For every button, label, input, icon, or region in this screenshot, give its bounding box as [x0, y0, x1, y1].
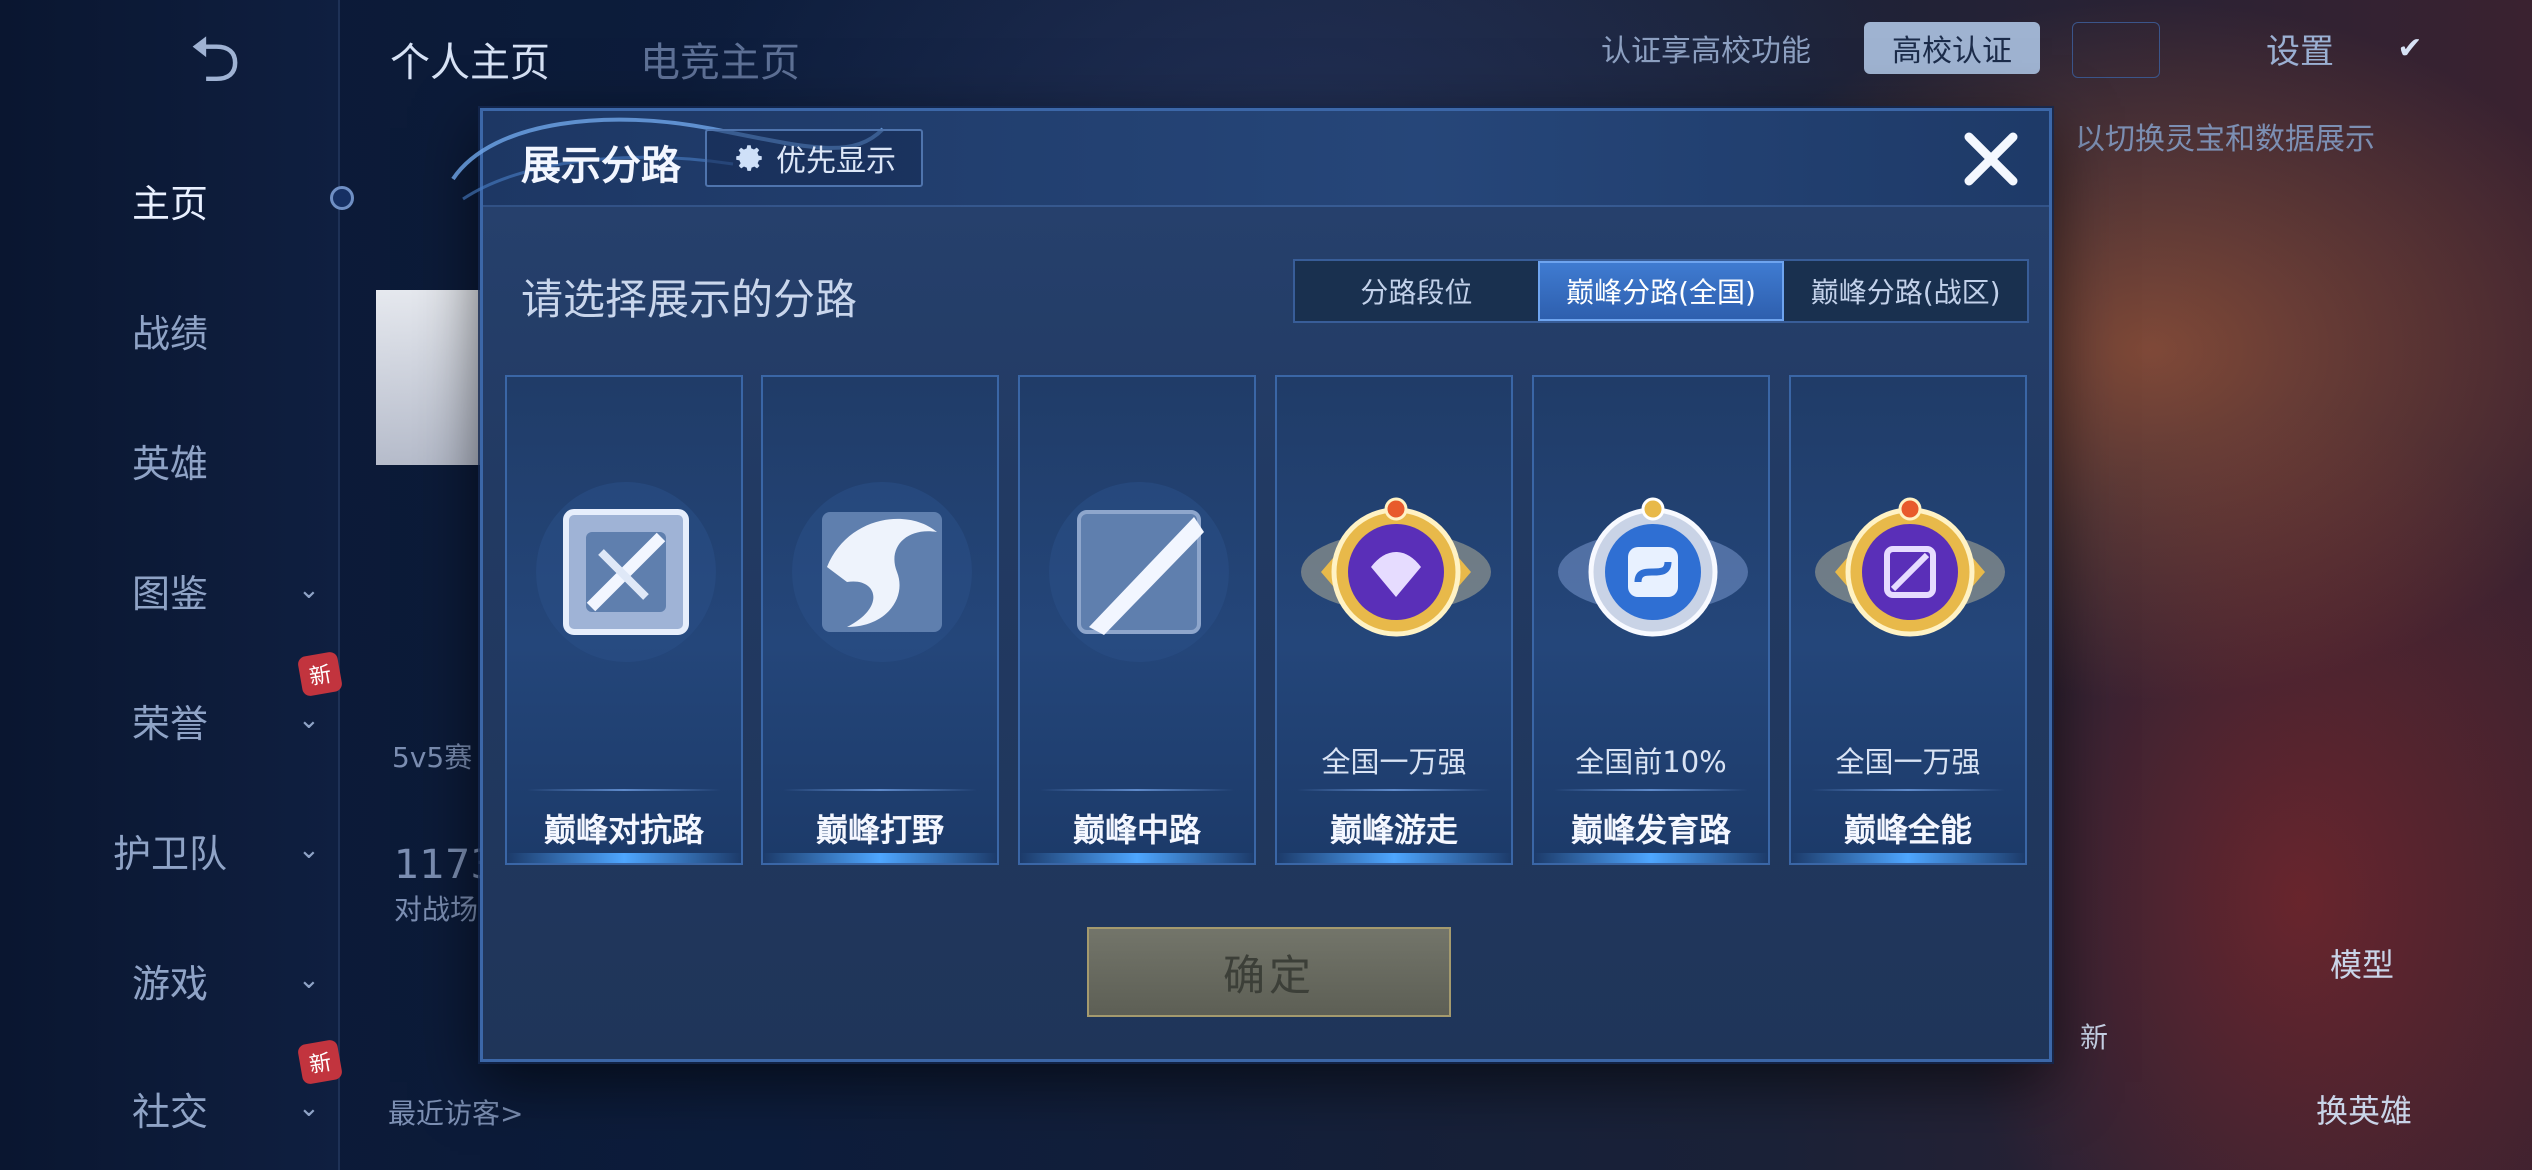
sidebar-item-label: 主页	[131, 181, 208, 226]
model-button[interactable]: 模型	[2330, 940, 2394, 986]
mode-label: 5v5赛	[392, 741, 473, 774]
segment-peak-national[interactable]: 巅峰分路(全国)	[1537, 261, 1785, 321]
chevron-down-icon: ⌄	[298, 835, 320, 865]
tab-personal-home[interactable]: 个人主页	[390, 30, 550, 88]
card-rank: 全国一万强	[1835, 745, 1981, 779]
farm-lane-silver-badge-icon	[1558, 497, 1748, 637]
confirm-label: 确定	[1222, 950, 1315, 1000]
jungle-dragon-icon	[792, 482, 972, 662]
segment-lane-rank[interactable]: 分路段位	[1295, 261, 1538, 321]
sidebar-item[interactable]: 游戏 ⌄	[0, 940, 340, 1020]
sidebar-item-label: 社交	[131, 1089, 208, 1134]
card-name: 巅峰发育路	[1570, 811, 1731, 849]
roam-gold-badge-icon	[1301, 497, 1491, 637]
sidebar-item-label: 荣誉	[131, 701, 208, 746]
close-icon[interactable]	[1955, 123, 2027, 195]
campus-game-badge	[2072, 22, 2160, 78]
lane-card-clash[interactable]: 巅峰对抗路	[505, 375, 743, 865]
card-divider	[527, 789, 721, 791]
sidebar-item-label: 游戏	[131, 961, 208, 1006]
back-arrow-icon[interactable]: ⮌	[160, 28, 270, 92]
card-divider	[1040, 789, 1234, 791]
sidebar-item-label: 英雄	[131, 441, 208, 486]
card-name: 巅峰中路	[1072, 811, 1201, 849]
lane-display-dialog: 展示分路 优先显示 请选择展示的分路 分路段位 巅峰分路(全国) 巅峰分路(战区…	[451, 108, 2052, 1062]
match-count-label: 对战场	[394, 893, 479, 926]
verify-text[interactable]: 认证享高校功能	[1582, 22, 1830, 74]
sidebar-item[interactable]: 英雄	[0, 420, 340, 500]
card-divider	[1297, 789, 1491, 791]
dialog-title: 展示分路	[521, 143, 681, 189]
sidebar-item[interactable]: 荣誉 ⌄	[0, 680, 340, 760]
lane-card-mid[interactable]: 巅峰中路	[1018, 375, 1256, 865]
chevron-down-icon: ⌄	[298, 1093, 320, 1123]
card-divider	[1811, 789, 2005, 791]
new-badge: 新	[296, 650, 344, 698]
gear-icon	[736, 145, 762, 171]
switch-hint: 以切换灵宝和数据展示	[2075, 122, 2375, 157]
recent-visitors-link[interactable]: 最近访客>	[388, 1092, 523, 1132]
card-divider	[783, 789, 977, 791]
clash-lane-icon	[536, 482, 716, 662]
lane-card-farm[interactable]: 全国前10% 巅峰发育路	[1532, 375, 1770, 865]
dialog-header: 展示分路 优先显示	[451, 111, 2049, 207]
avatar	[376, 290, 486, 465]
new-badge: 新	[296, 1038, 344, 1086]
priority-display-label: 优先显示	[776, 144, 896, 179]
lane-cards: 巅峰对抗路 巅峰打野 巅峰中路 全国一万强 巅峰游走 全国前10% 巅峰发育路 …	[505, 375, 2035, 865]
campus-verify-button[interactable]: 高校认证	[1864, 22, 2040, 74]
lane-card-jungle[interactable]: 巅峰打野	[761, 375, 999, 865]
lane-card-roam[interactable]: 全国一万强 巅峰游走	[1275, 375, 1513, 865]
card-name: 巅峰对抗路	[543, 811, 704, 849]
tab-esports-home[interactable]: 电竞主页	[640, 30, 800, 88]
lane-card-allround[interactable]: 全国一万强 巅峰全能	[1789, 375, 2027, 865]
segment-peak-region[interactable]: 巅峰分路(战区)	[1784, 261, 2027, 321]
sidebar-item-label: 图鉴	[131, 571, 208, 616]
switch-hero-button[interactable]: 换英雄	[2316, 1086, 2412, 1132]
card-rank: 全国一万强	[1321, 745, 1467, 779]
settings-button[interactable]: 设置	[2230, 22, 2370, 74]
mid-lane-icon	[1049, 482, 1229, 662]
confirm-button[interactable]: 确定	[1087, 927, 1451, 1017]
all-round-gold-badge-icon	[1815, 497, 2005, 637]
chevron-down-icon[interactable]: ✔	[2380, 22, 2440, 74]
priority-display-button[interactable]: 优先显示	[705, 129, 923, 187]
card-name: 巅峰全能	[1843, 811, 1972, 849]
chevron-down-icon: ⌄	[298, 705, 320, 735]
sidebar-item[interactable]: 主页	[0, 160, 340, 240]
new-tag: 新	[2080, 1021, 2109, 1054]
campus-verify-label: 高校认证	[1892, 34, 2012, 69]
chevron-down-icon: ⌄	[298, 575, 320, 605]
card-name: 巅峰打野	[815, 811, 944, 849]
dialog-subtitle: 请选择展示的分路	[521, 275, 858, 324]
sidebar-item-label: 战绩	[131, 311, 208, 356]
top-tabs: 个人主页 电竞主页	[390, 30, 800, 88]
sidebar-item[interactable]: 社交 ⌄	[0, 1068, 340, 1148]
card-divider	[1554, 789, 1748, 791]
card-rank: 全国前10%	[1575, 745, 1727, 779]
sidebar-item[interactable]: 战绩	[0, 290, 340, 370]
sidebar-item-label: 护卫队	[112, 831, 227, 876]
lane-filter-segmented: 分路段位 巅峰分路(全国) 巅峰分路(战区)	[1293, 259, 2029, 323]
sidebar-item[interactable]: 图鉴 ⌄	[0, 550, 340, 630]
chevron-down-icon: ⌄	[298, 965, 320, 995]
sidebar-item[interactable]: 护卫队 ⌄	[0, 810, 340, 890]
card-name: 巅峰游走	[1329, 811, 1458, 849]
